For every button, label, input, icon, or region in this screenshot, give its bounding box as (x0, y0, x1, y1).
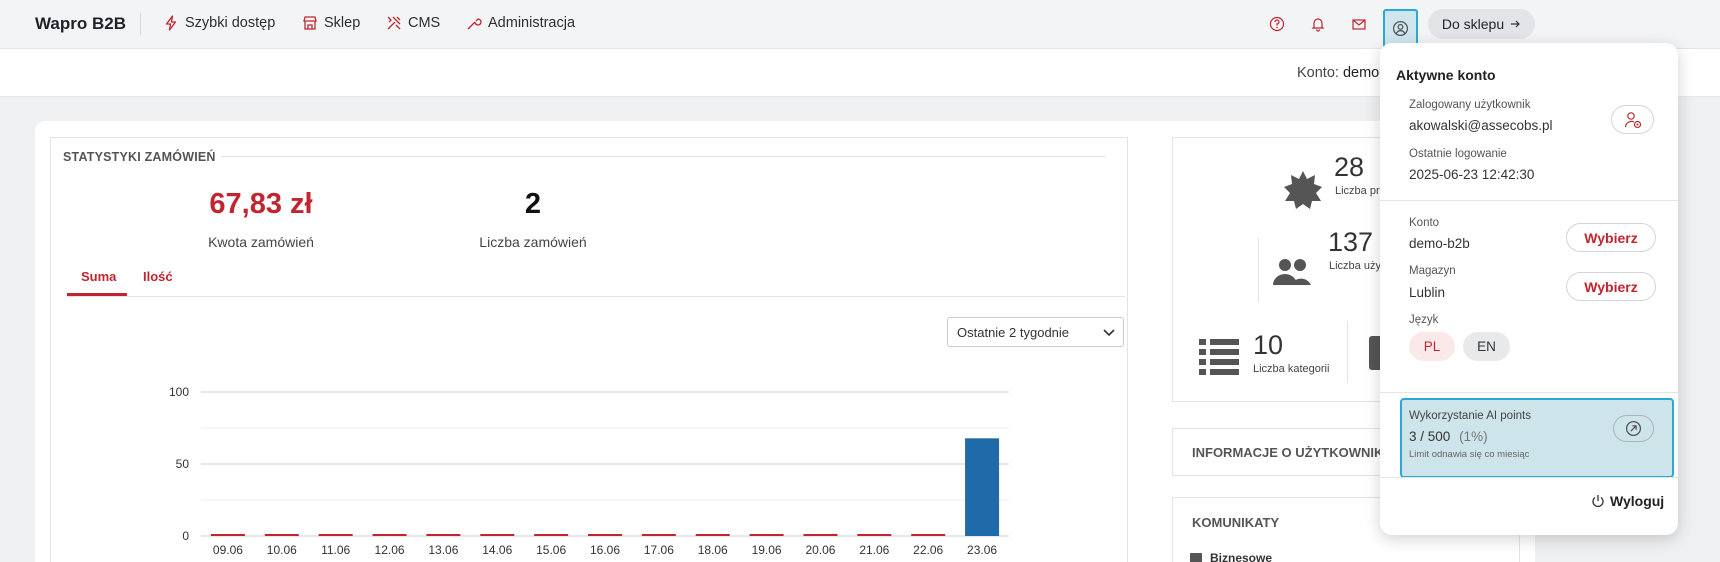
y-tick-label: 100 (169, 385, 189, 399)
account-indicator: Konto: demo- (1297, 65, 1384, 81)
user-icon (1392, 20, 1409, 37)
logout-label: Wyloguj (1610, 493, 1665, 509)
products-count-label: Liczba pro (1335, 185, 1386, 197)
user-info-title: INFORMACJE O UŻYTKOWNIKU (1192, 445, 1393, 460)
brand-divider (140, 13, 141, 35)
x-tick-label: 18.06 (698, 543, 728, 557)
categories-count-label: Liczba kategorii (1253, 363, 1330, 375)
account-value: demo- (1342, 65, 1385, 81)
account-dropdown: Aktywne konto Zalogowany użytkownik akow… (1380, 43, 1678, 535)
nav-cms-label: CMS (408, 15, 441, 31)
power-icon (1592, 495, 1604, 508)
nav-shop[interactable]: Sklep (302, 15, 360, 31)
bell-icon[interactable] (1307, 13, 1329, 35)
x-tick-label: 16.06 (590, 543, 620, 557)
x-tick-label: 12.06 (375, 543, 405, 557)
account-prefix: Konto: (1297, 65, 1339, 81)
account-value: demo-b2b (1409, 236, 1470, 251)
warehouse-value: Lublin (1409, 285, 1446, 300)
store-icon (303, 16, 317, 30)
help-icon[interactable] (1266, 13, 1288, 35)
language-en-button[interactable]: EN (1463, 332, 1510, 361)
user-settings-button[interactable] (1611, 105, 1654, 134)
go-to-shop-button[interactable]: Do sklepu (1428, 9, 1535, 39)
x-tick-label: 20.06 (805, 543, 835, 557)
last-login-label: Ostatnie logowanie (1409, 148, 1507, 160)
warehouse-label: Magazyn (1409, 265, 1456, 277)
language-pl-button[interactable]: PL (1409, 332, 1455, 361)
messages-category[interactable]: Biznesowe (1210, 551, 1272, 562)
orders-bar-chart: 0 50 100 09.06 10.06 11.06 12.06 13.06 14.06 15.0… (169, 385, 1009, 557)
last-login-value: 2025-06-23 12:42:30 (1409, 167, 1535, 182)
stats-divider (1347, 321, 1348, 383)
go-to-shop-label: Do sklepu (1441, 16, 1505, 32)
users-count-label: Liczba uży (1329, 260, 1381, 272)
ai-points-note: Limit odnawia się co miesiąc (1409, 449, 1530, 460)
choose-warehouse-button[interactable]: Wybierz (1566, 272, 1656, 301)
products-count: 28 (1334, 152, 1365, 182)
external-link-icon (1625, 420, 1642, 437)
dropdown-divider (1380, 392, 1678, 393)
x-tick-label: 10.06 (267, 543, 297, 557)
x-tick-label: 09.06 (213, 543, 243, 557)
account-label: Konto (1409, 217, 1440, 229)
user-settings-icon (1624, 111, 1641, 128)
logged-user-label: Zalogowany użytkownik (1409, 99, 1531, 111)
logout-button[interactable]: Wyloguj (1591, 493, 1664, 509)
x-tick-label: 21.06 (859, 543, 889, 557)
x-tick-label: 22.06 (913, 543, 943, 557)
y-tick-label: 0 (182, 529, 189, 543)
nav-shop-label: Sklep (324, 15, 361, 31)
mail-icon[interactable] (1348, 13, 1370, 35)
brand-logo[interactable]: Wapro B2B (35, 14, 126, 34)
order-stats-panel: STATYSTYKI ZAMÓWIEŃ 67,83 zł Kwota zamów… (50, 137, 1128, 562)
ai-points-value: 3 / 500 (1409, 429, 1451, 444)
users-icon (1273, 259, 1311, 285)
list-icon (1199, 339, 1239, 375)
x-tick-label: 14.06 (482, 543, 512, 557)
x-tick-label: 17.06 (644, 543, 674, 557)
ai-points-usage: 3 / 500 (1%) (1409, 429, 1488, 444)
nav-quick-access-label: Szybki dostęp (185, 15, 276, 31)
language-label: Język (1409, 314, 1439, 326)
arrow-right-icon (1511, 20, 1520, 28)
ai-points-box: Wykorzystanie AI points 3 / 500 (1%) Lim… (1400, 398, 1674, 478)
x-tick-label: 15.06 (536, 543, 566, 557)
ai-points-percent: (1%) (1459, 429, 1488, 444)
nav-administration[interactable]: Administracja (466, 15, 575, 31)
nav-quick-access[interactable]: Szybki dostęp (163, 15, 275, 31)
dropdown-divider (1380, 477, 1678, 478)
ai-points-open-button[interactable] (1613, 415, 1654, 442)
tools-icon (387, 16, 401, 30)
wrench-icon (467, 18, 482, 30)
categories-count: 10 (1253, 330, 1284, 360)
badge-icon (1284, 171, 1322, 209)
messages-title: KOMUNIKATY (1192, 515, 1280, 530)
dropdown-divider (1380, 200, 1678, 201)
dropdown-title: Aktywne konto (1396, 67, 1496, 83)
top-bar: Wapro B2B Szybki dostęp Sklep CMS Admini… (0, 0, 1720, 49)
nav-cms[interactable]: CMS (386, 15, 440, 31)
x-tick-label: 19.06 (752, 543, 782, 557)
x-tick-label: 13.06 (428, 543, 458, 557)
nav-administration-label: Administracja (488, 15, 576, 31)
logged-user-value: akowalski@assecobs.pl (1409, 118, 1553, 133)
x-tick-label: 11.06 (321, 543, 350, 557)
choose-account-button[interactable]: Wybierz (1566, 223, 1656, 252)
briefcase-icon (1190, 553, 1202, 562)
stats-divider (1258, 238, 1259, 302)
chart-bar (965, 438, 1000, 536)
y-tick-label: 50 (176, 457, 190, 471)
ai-points-title: Wykorzystanie AI points (1409, 410, 1531, 422)
lightning-icon (165, 15, 177, 31)
users-count: 137 (1328, 227, 1374, 257)
x-tick-label: 23.06 (967, 543, 997, 557)
